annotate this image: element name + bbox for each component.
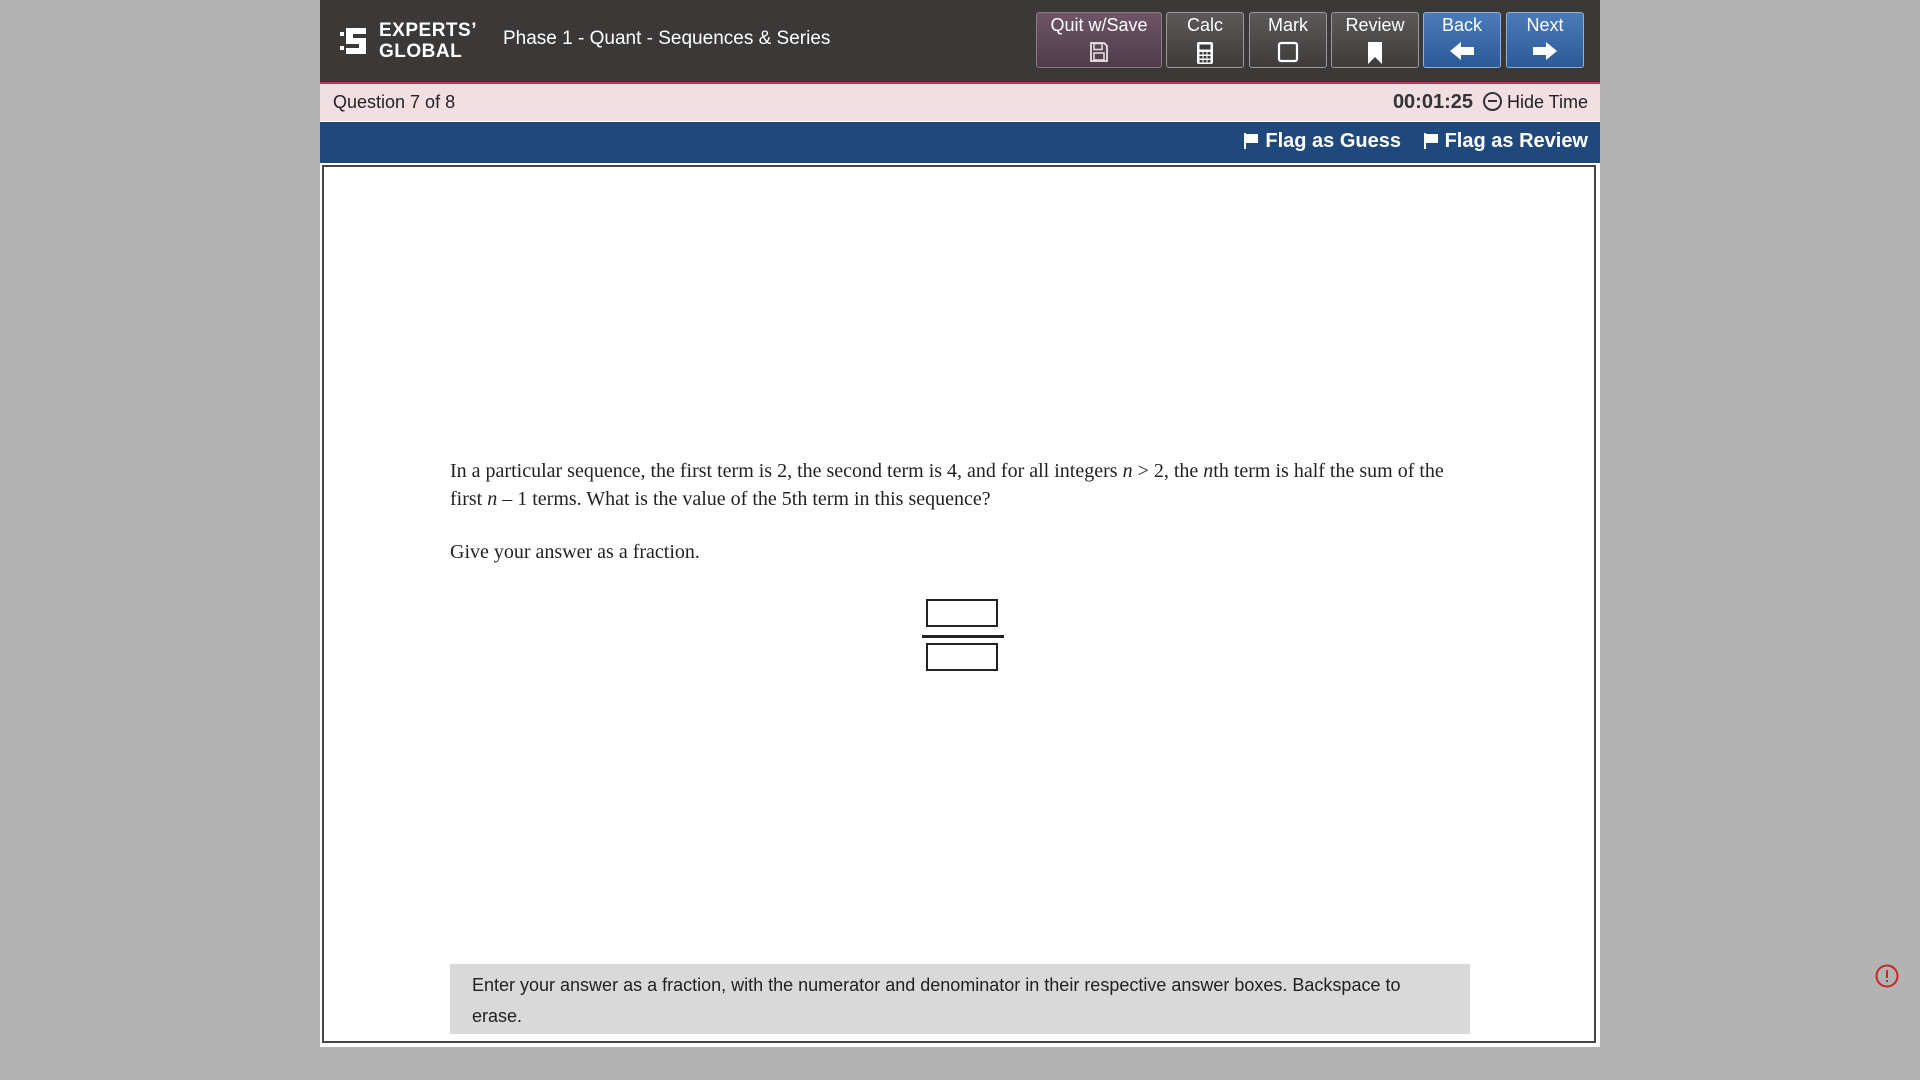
flag-as-guess-button[interactable]: Flag as Guess [1243, 130, 1401, 153]
answer-instruction: Give your answer as a fraction. [450, 541, 700, 563]
math-variable: n [487, 488, 498, 510]
flag-icon [1423, 133, 1438, 149]
test-title: Phase 1 - Quant - Sequences & Series [503, 28, 831, 49]
logo-line-2: GLOBAL [379, 41, 463, 62]
quit-save-label: Quit w/Save [1050, 15, 1148, 35]
flag-as-guess-label: Flag as Guess [1265, 130, 1401, 152]
flag-as-review-label: Flag as Review [1444, 130, 1588, 152]
calc-label: Calc [1186, 15, 1223, 35]
experts-global-logo: EXPERTS’ GLOBAL [340, 20, 476, 64]
question-counter: Question 7 of 8 [333, 92, 456, 112]
mark-label: Mark [1268, 15, 1308, 35]
review-button[interactable]: Review [1331, 12, 1419, 68]
alert-circle-icon[interactable] [1875, 964, 1899, 988]
logo-line-1: EXPERTS’ [379, 20, 477, 41]
question-text-part: – 1 terms. What is the value of the 5th … [497, 488, 991, 510]
top-bar: EXPERTS’ GLOBAL Phase 1 - Quant - Sequen… [320, 0, 1600, 84]
timer: 00:01:25 [1392, 91, 1473, 113]
arrow-left-icon [1450, 42, 1474, 60]
checkbox-icon [1277, 41, 1299, 63]
back-label: Back [1441, 15, 1483, 35]
question-pane: In a particular sequence, the first term… [322, 165, 1596, 1043]
next-label: Next [1526, 15, 1564, 35]
calculator-icon [1197, 42, 1213, 64]
minus-circle-icon [1482, 92, 1502, 111]
arrow-right-icon [1533, 42, 1557, 60]
fraction-bar [922, 635, 1004, 638]
floppy-disk-icon [1090, 42, 1108, 62]
status-bar: Question 7 of 8 00:01:25 Hide Time [320, 84, 1600, 121]
math-variable: n [1122, 460, 1133, 482]
math-variable: n [1203, 460, 1214, 482]
logo-mark-icon [340, 28, 366, 54]
numerator-input[interactable] [926, 599, 998, 627]
quit-save-button[interactable]: Quit w/Save [1036, 12, 1162, 68]
hide-time-label: Hide Time [1506, 92, 1588, 112]
question-text: In a particular sequence, the first term… [450, 457, 1460, 513]
flag-icon [1244, 133, 1259, 149]
test-window: EXPERTS’ GLOBAL Phase 1 - Quant - Sequen… [320, 0, 1600, 1047]
next-button[interactable]: Next [1506, 12, 1584, 68]
flag-bar: Flag as Guess Flag as Review [320, 122, 1600, 163]
question-text-part: > 2, the [1132, 460, 1204, 482]
denominator-input[interactable] [926, 643, 998, 671]
question-text-part: In a particular sequence, the first term… [450, 460, 1123, 482]
hide-time-toggle[interactable]: Hide Time [1482, 92, 1588, 113]
fraction-answer [922, 599, 1006, 675]
help-text: Enter your answer as a fraction, with th… [450, 964, 1470, 1034]
bookmark-icon [1368, 42, 1382, 64]
mark-button[interactable]: Mark [1249, 12, 1327, 68]
calculator-button[interactable]: Calc [1166, 12, 1244, 68]
review-label: Review [1345, 15, 1405, 35]
back-button[interactable]: Back [1423, 12, 1501, 68]
flag-as-review-button[interactable]: Flag as Review [1423, 130, 1588, 153]
